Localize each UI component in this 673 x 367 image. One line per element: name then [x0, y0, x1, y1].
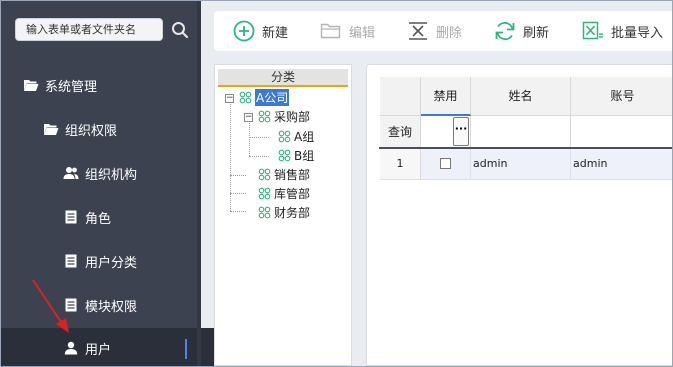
- edit-button[interactable]: 编辑: [320, 11, 375, 51]
- column-header-name[interactable]: 姓名: [471, 77, 571, 116]
- tree-header: 分类: [218, 69, 348, 87]
- disabled-checkbox[interactable]: [440, 158, 451, 169]
- org-node-icon: [258, 206, 271, 219]
- new-button[interactable]: 新建: [233, 11, 288, 51]
- org-node-icon: [278, 149, 291, 162]
- grid-header-corner: [380, 77, 421, 116]
- org-node-icon: [278, 130, 291, 143]
- tree-connector: [230, 211, 246, 212]
- column-header-disabled[interactable]: 禁用: [421, 77, 471, 116]
- batch-import-button-label: 批量导入: [611, 25, 664, 41]
- tree-connector: [230, 175, 246, 176]
- row-index: 1: [380, 148, 421, 180]
- tree-node-group-b[interactable]: B组: [278, 147, 314, 164]
- sidebar-item-label: 角色: [85, 211, 112, 227]
- delete-icon: [407, 21, 429, 41]
- delete-button[interactable]: 删除: [407, 11, 462, 51]
- document-icon: [63, 253, 79, 269]
- refresh-button-label: 刷新: [523, 25, 550, 41]
- edit-button-label: 编辑: [349, 25, 376, 41]
- user-grid-panel: 禁用 姓名 账号 查询 ··· 1 admin admin: [366, 64, 672, 366]
- tree-node-label: A组: [294, 130, 315, 144]
- tree-node-label: A公司: [255, 89, 290, 106]
- tree-node-group-a[interactable]: A组: [278, 128, 314, 145]
- document-icon: [63, 209, 79, 225]
- toolbar: 新建 编辑 删除 刷新 批量导入: [214, 11, 672, 51]
- folder-icon: [320, 22, 342, 40]
- tree-connector: [249, 156, 269, 157]
- sidebar-item-label: 用户: [85, 342, 112, 358]
- org-node-icon: [258, 110, 271, 123]
- tree-node-label: 库管部: [274, 187, 311, 201]
- tree-node-warehouse[interactable]: 库管部: [258, 185, 310, 202]
- row-cell-disabled[interactable]: [421, 148, 471, 180]
- tree-node-label: 采购部: [274, 110, 311, 124]
- tree-node-label: 销售部: [274, 168, 311, 182]
- refresh-button[interactable]: 刷新: [494, 11, 549, 51]
- filter-cell-name[interactable]: [471, 116, 571, 148]
- tree-connector: [230, 101, 231, 211]
- filter-cell-disabled[interactable]: ···: [421, 116, 471, 148]
- new-button-label: 新建: [262, 25, 289, 41]
- batch-import-button[interactable]: 批量导入: [582, 11, 663, 51]
- refresh-icon: [494, 20, 516, 42]
- filter-ellipsis-button[interactable]: ···: [453, 117, 469, 146]
- tree-node-label: 财务部: [274, 206, 311, 220]
- filter-row-label: 查询: [380, 116, 421, 148]
- app-window: 输入表单或者文件夹名 系统管理 组织权限 组织机构 角色 用户分类 模块权限 用…: [0, 0, 673, 367]
- plus-circle-icon: [233, 20, 255, 42]
- tree-node-finance[interactable]: 财务部: [258, 204, 310, 221]
- sidebar-item-label: 模块权限: [85, 299, 138, 315]
- sidebar-item-label: 组织机构: [85, 167, 138, 183]
- row-cell-name[interactable]: admin: [471, 148, 571, 180]
- tree-connector: [249, 137, 269, 138]
- org-node-icon: [258, 168, 271, 181]
- filter-cell-account[interactable]: [571, 116, 672, 148]
- category-tree-panel: 分类 − − A公司 采购部 A组 B组 销售部 库管部 财务部: [214, 64, 352, 366]
- sidebar-item-label: 用户分类: [85, 255, 138, 271]
- users-icon: [63, 165, 79, 181]
- column-header-account[interactable]: 账号: [571, 77, 672, 116]
- tree-collapse-toggle[interactable]: −: [244, 113, 253, 122]
- sidebar-item-system-management[interactable]: 系统管理: [1, 65, 219, 105]
- folder-open-icon: [43, 121, 59, 137]
- delete-button-label: 删除: [436, 25, 463, 41]
- excel-import-icon: [582, 21, 604, 41]
- sidebar: 输入表单或者文件夹名 系统管理 组织权限 组织机构 角色 用户分类 模块权限 用…: [1, 1, 259, 366]
- tree-node-label: B组: [294, 149, 315, 163]
- sidebar-item-org-permissions[interactable]: 组织权限: [1, 109, 239, 149]
- tree-collapse-toggle[interactable]: −: [225, 94, 234, 103]
- active-indicator: [185, 339, 187, 359]
- tree-node-a-company[interactable]: A公司: [239, 89, 290, 106]
- grid-separator: [379, 147, 672, 149]
- sidebar-item-label: 系统管理: [45, 79, 98, 95]
- sidebar-item-label: 组织权限: [65, 123, 118, 139]
- search-input[interactable]: 输入表单或者文件夹名: [15, 18, 163, 41]
- row-cell-account[interactable]: admin: [571, 148, 672, 180]
- annotation-arrow-icon: [32, 279, 69, 333]
- sidebar-scrollbar[interactable]: [197, 1, 201, 366]
- tree-connector: [230, 193, 246, 194]
- search-icon[interactable]: [171, 21, 189, 39]
- org-node-icon: [239, 91, 252, 104]
- tree-node-sales[interactable]: 销售部: [258, 166, 310, 183]
- user-icon: [63, 340, 79, 356]
- tree-node-purchasing[interactable]: 采购部: [258, 108, 310, 125]
- tree-connector: [249, 123, 250, 156]
- folder-open-icon: [23, 77, 39, 93]
- org-node-icon: [258, 187, 271, 200]
